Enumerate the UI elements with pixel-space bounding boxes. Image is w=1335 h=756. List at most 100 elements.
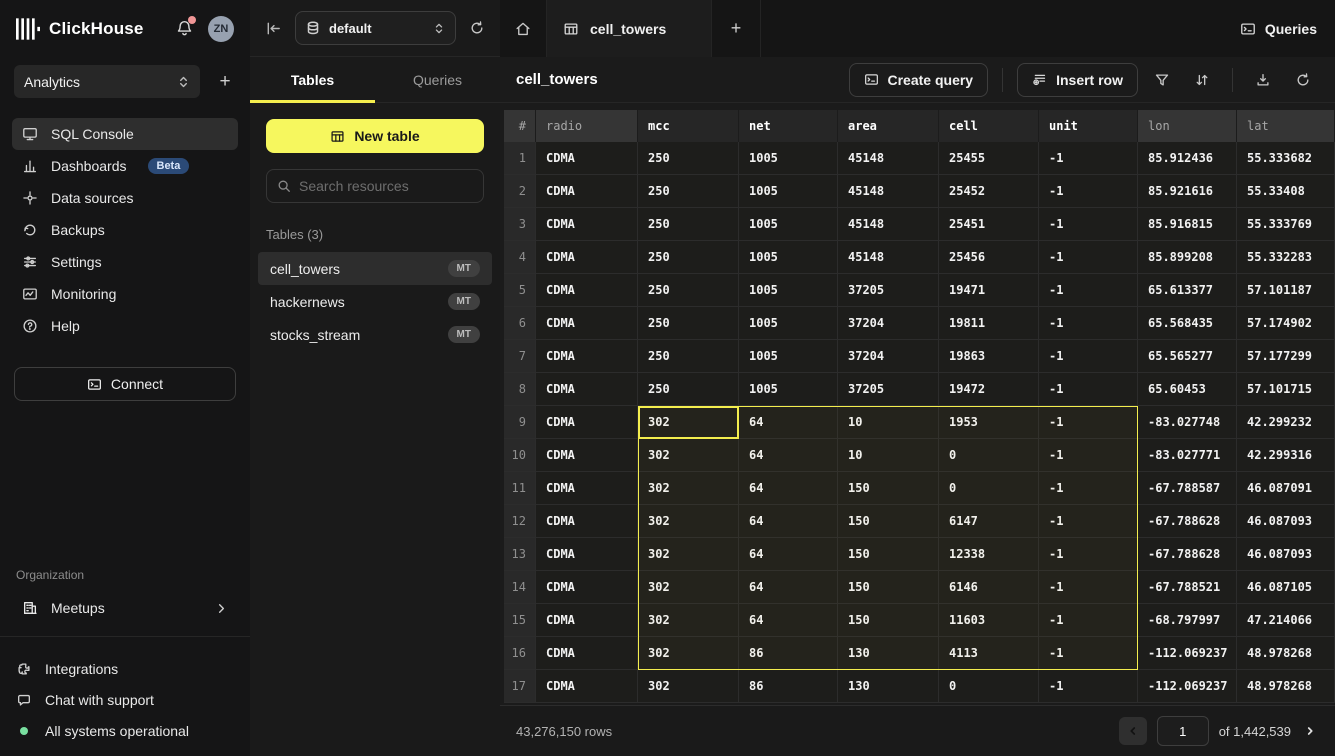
table-cell[interactable]: 45148 (838, 208, 939, 240)
table-cell[interactable]: 19472 (939, 373, 1039, 405)
table-cell[interactable]: -1 (1039, 274, 1138, 306)
table-cell[interactable]: 64 (739, 604, 838, 636)
row-number[interactable]: 11 (504, 472, 536, 504)
table-cell[interactable]: 150 (838, 538, 939, 570)
sidebar-item-meetups[interactable]: Meetups (12, 592, 238, 624)
table-cell[interactable]: 250 (638, 208, 739, 240)
table-cell[interactable]: CDMA (536, 439, 638, 471)
sidebar-item-data-sources[interactable]: Data sources (12, 182, 238, 214)
system-status[interactable]: All systems operational (0, 715, 250, 746)
table-cell[interactable]: 57.101187 (1237, 274, 1335, 306)
row-number[interactable]: 14 (504, 571, 536, 603)
table-cell[interactable]: 150 (838, 505, 939, 537)
sidebar-item-chat-support[interactable]: Chat with support (0, 684, 250, 715)
row-number[interactable]: 10 (504, 439, 536, 471)
table-cell[interactable]: 1005 (739, 274, 838, 306)
sidebar-item-monitoring[interactable]: Monitoring (12, 278, 238, 310)
table-cell[interactable]: CDMA (536, 472, 638, 504)
table-cell[interactable]: 1005 (739, 241, 838, 273)
table-cell[interactable]: 1005 (739, 307, 838, 339)
table-cell[interactable]: -83.027748 (1138, 406, 1237, 438)
table-cell[interactable]: 1953 (939, 406, 1039, 438)
table-cell[interactable]: 65.565277 (1138, 340, 1237, 372)
table-cell[interactable]: 10 (838, 439, 939, 471)
tab-tables[interactable]: Tables (250, 57, 375, 102)
table-cell[interactable]: -1 (1039, 241, 1138, 273)
table-cell[interactable]: 25451 (939, 208, 1039, 240)
table-cell[interactable]: 0 (939, 670, 1039, 702)
row-number[interactable]: 15 (504, 604, 536, 636)
table-cell[interactable]: -68.797997 (1138, 604, 1237, 636)
table-cell[interactable]: CDMA (536, 241, 638, 273)
refresh-tables-icon[interactable] (469, 20, 485, 36)
table-cell[interactable]: 130 (838, 670, 939, 702)
column-header-cell[interactable]: cell (939, 110, 1039, 142)
row-number[interactable]: 12 (504, 505, 536, 537)
tab-cell-towers[interactable]: cell_towers (547, 0, 712, 57)
table-cell[interactable]: 45148 (838, 175, 939, 207)
row-number[interactable]: 7 (504, 340, 536, 372)
filter-button[interactable] (1146, 63, 1178, 97)
sidebar-item-sql-console[interactable]: SQL Console (12, 118, 238, 150)
table-cell[interactable]: 11603 (939, 604, 1039, 636)
table-cell[interactable]: 25455 (939, 142, 1039, 174)
table-cell[interactable]: 250 (638, 340, 739, 372)
page-number-input[interactable] (1157, 716, 1209, 746)
table-cell[interactable]: -1 (1039, 637, 1138, 669)
table-cell[interactable]: -1 (1039, 307, 1138, 339)
table-cell[interactable]: 150 (838, 571, 939, 603)
table-cell[interactable]: 46.087093 (1237, 538, 1335, 570)
table-cell[interactable]: CDMA (536, 571, 638, 603)
table-cell[interactable]: 55.333682 (1237, 142, 1335, 174)
table-cell[interactable]: CDMA (536, 175, 638, 207)
table-cell[interactable]: 48.978268 (1237, 670, 1335, 702)
sidebar-item-integrations[interactable]: Integrations (0, 653, 250, 684)
next-page-button[interactable] (1301, 725, 1319, 737)
table-cell[interactable]: 47.214066 (1237, 604, 1335, 636)
table-cell[interactable]: 130 (838, 637, 939, 669)
add-workspace-button[interactable]: + (214, 71, 236, 93)
table-cell[interactable]: -67.788521 (1138, 571, 1237, 603)
row-number[interactable]: 1 (504, 142, 536, 174)
table-cell[interactable]: 46.087105 (1237, 571, 1335, 603)
table-cell[interactable]: -1 (1039, 538, 1138, 570)
table-cell[interactable]: 0 (939, 439, 1039, 471)
table-cell[interactable]: -67.788628 (1138, 505, 1237, 537)
table-cell[interactable]: 85.899208 (1138, 241, 1237, 273)
table-cell[interactable]: 10 (838, 406, 939, 438)
table-cell[interactable]: CDMA (536, 307, 638, 339)
row-number[interactable]: 13 (504, 538, 536, 570)
user-avatar[interactable]: ZN (208, 16, 234, 42)
refresh-data-button[interactable] (1287, 63, 1319, 97)
connect-button[interactable]: Connect (14, 367, 236, 401)
table-cell[interactable]: CDMA (536, 604, 638, 636)
table-cell[interactable]: 250 (638, 175, 739, 207)
table-cell[interactable]: 0 (939, 472, 1039, 504)
column-header-radio[interactable]: radio (536, 110, 638, 142)
table-cell[interactable]: 302 (638, 604, 739, 636)
table-cell[interactable]: 19811 (939, 307, 1039, 339)
row-number[interactable]: 4 (504, 241, 536, 273)
row-number[interactable]: 17 (504, 670, 536, 702)
table-cell[interactable]: CDMA (536, 274, 638, 306)
row-number[interactable]: 5 (504, 274, 536, 306)
column-header-net[interactable]: net (739, 110, 838, 142)
table-cell[interactable]: 19863 (939, 340, 1039, 372)
new-tab-button[interactable]: + (712, 0, 761, 57)
home-button[interactable] (500, 0, 547, 57)
insert-row-button[interactable]: Insert row (1017, 63, 1138, 97)
queries-button[interactable]: Queries (1240, 21, 1317, 37)
table-cell[interactable]: 302 (638, 538, 739, 570)
table-cell[interactable]: 45148 (838, 142, 939, 174)
table-cell[interactable]: 25452 (939, 175, 1039, 207)
table-cell[interactable]: 37205 (838, 373, 939, 405)
table-cell[interactable]: 12338 (939, 538, 1039, 570)
table-cell[interactable]: -1 (1039, 406, 1138, 438)
table-cell[interactable]: 57.174902 (1237, 307, 1335, 339)
row-number[interactable]: 6 (504, 307, 536, 339)
sidebar-item-help[interactable]: Help (12, 310, 238, 342)
table-cell[interactable]: -1 (1039, 472, 1138, 504)
table-cell[interactable]: -1 (1039, 142, 1138, 174)
download-button[interactable] (1247, 63, 1279, 97)
table-cell[interactable]: 65.613377 (1138, 274, 1237, 306)
